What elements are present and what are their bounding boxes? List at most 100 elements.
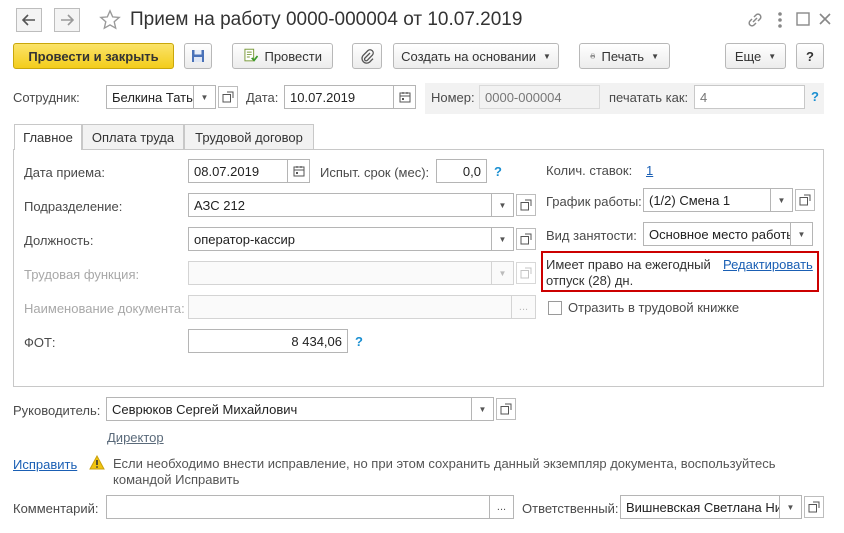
schedule-open-button[interactable] xyxy=(795,189,815,211)
probation-help-icon[interactable]: ? xyxy=(494,164,502,179)
open-icon xyxy=(799,194,811,206)
paperclip-icon xyxy=(361,49,374,64)
print-as-help-icon[interactable]: ? xyxy=(811,89,819,104)
maximize-button[interactable] xyxy=(796,12,810,29)
employee-label: Сотрудник: xyxy=(13,90,80,105)
caret-down-icon: ▼ xyxy=(768,51,777,61)
hire-date-field[interactable]: 08.07.2019 xyxy=(188,159,288,183)
print-as-label: печатать как: xyxy=(609,90,689,105)
caret-down-icon: ▼ xyxy=(542,51,551,61)
date-calendar-button[interactable] xyxy=(394,85,416,109)
responsible-dropdown-button[interactable]: ▼ xyxy=(780,495,802,519)
caret-down-icon: ▼ xyxy=(498,268,507,278)
comment-edit-button[interactable]: ... xyxy=(490,495,514,519)
workbook-label: Отразить в трудовой книжке xyxy=(568,300,740,315)
employee-open-button[interactable] xyxy=(218,86,238,108)
fix-link[interactable]: Исправить xyxy=(13,457,77,472)
position-field[interactable]: оператор-кассир xyxy=(188,227,492,251)
rates-link[interactable]: 1 xyxy=(646,163,653,178)
warning-text-line1: Если необходимо внести исправление, но п… xyxy=(113,456,776,471)
responsible-open-button[interactable] xyxy=(804,496,824,518)
workbook-checkbox[interactable] xyxy=(548,301,562,315)
fot-field[interactable]: 8 434,06 xyxy=(188,329,348,353)
number-field[interactable]: 0000-000004 xyxy=(479,85,600,109)
window-title: Прием на работу 0000-000004 от 10.07.201… xyxy=(130,9,523,30)
post-icon xyxy=(244,48,259,62)
responsible-label: Ответственный: xyxy=(522,501,619,516)
open-icon xyxy=(520,199,532,211)
create-based-on-button[interactable]: Создать на основании ▼ xyxy=(393,43,559,69)
employment-type-field[interactable]: Основное место работы xyxy=(643,222,791,246)
labor-function-open-button[interactable] xyxy=(516,262,536,284)
close-icon xyxy=(819,13,831,25)
position-dropdown-button[interactable]: ▼ xyxy=(492,227,514,251)
more-button[interactable]: Еще ▼ xyxy=(725,43,786,69)
tab-main[interactable]: Главное xyxy=(14,124,82,150)
caret-down-icon: ▼ xyxy=(478,404,487,414)
print-as-input[interactable] xyxy=(694,85,805,109)
calendar-icon xyxy=(399,92,410,103)
attach-button[interactable] xyxy=(352,43,382,69)
manager-open-button[interactable] xyxy=(496,398,516,420)
save-button[interactable] xyxy=(184,43,212,69)
calendar-icon xyxy=(293,166,304,177)
comment-field[interactable] xyxy=(106,495,490,519)
more-menu-button[interactable] xyxy=(775,11,785,32)
help-button[interactable]: ? xyxy=(796,43,824,69)
department-open-button[interactable] xyxy=(516,194,536,216)
labor-function-dropdown-button[interactable]: ▼ xyxy=(492,261,514,285)
manager-dropdown-button[interactable]: ▼ xyxy=(472,397,494,421)
labor-function-field[interactable] xyxy=(188,261,492,285)
vacation-edit-link[interactable]: Редактировать xyxy=(723,257,813,272)
probation-field[interactable]: 0,0 xyxy=(436,159,487,183)
manager-position-link[interactable]: Директор xyxy=(107,430,164,445)
print-label: Печать xyxy=(601,48,645,64)
arrow-right-icon xyxy=(61,14,74,26)
doc-name-field[interactable] xyxy=(188,295,512,319)
caret-down-icon: ▼ xyxy=(200,92,209,102)
tab-labor-contract[interactable]: Трудовой договор xyxy=(184,124,314,150)
forward-button[interactable] xyxy=(54,8,80,32)
caret-down-icon: ▼ xyxy=(786,502,795,512)
responsible-field[interactable]: Вишневская Светлана Николаевна xyxy=(620,495,780,519)
open-icon xyxy=(222,91,234,103)
employee-field[interactable]: Белкина Татьяна xyxy=(106,85,194,109)
open-icon xyxy=(808,501,820,513)
link-icon xyxy=(748,13,762,27)
caret-down-icon: ▼ xyxy=(777,195,786,205)
manager-field[interactable]: Севрюков Сергей Михайлович xyxy=(106,397,472,421)
position-open-button[interactable] xyxy=(516,228,536,250)
employee-dropdown-button[interactable]: ▼ xyxy=(194,85,216,109)
open-icon xyxy=(520,233,532,245)
back-button[interactable] xyxy=(16,8,42,32)
department-dropdown-button[interactable]: ▼ xyxy=(492,193,514,217)
maximize-icon xyxy=(796,12,810,26)
tab-payment[interactable]: Оплата труда xyxy=(82,124,184,150)
doc-name-label: Наименование документа: xyxy=(24,301,185,316)
caret-down-icon: ▼ xyxy=(498,200,507,210)
star-icon xyxy=(99,9,121,30)
schedule-dropdown-button[interactable]: ▼ xyxy=(771,188,793,212)
rates-label: Колич. ставок: xyxy=(546,163,633,178)
post-and-close-button[interactable]: Провести и закрыть xyxy=(13,43,174,69)
schedule-field[interactable]: (1/2) Смена 1 xyxy=(643,188,771,212)
hire-date-calendar-button[interactable] xyxy=(288,159,310,183)
more-vertical-icon xyxy=(778,12,782,28)
tab-join xyxy=(15,148,81,151)
department-field[interactable]: АЗС 212 xyxy=(188,193,492,217)
date-field[interactable]: 10.07.2019 xyxy=(284,85,394,109)
employment-type-dropdown-button[interactable]: ▼ xyxy=(791,222,813,246)
favorite-star[interactable] xyxy=(99,9,121,34)
doc-name-select-button[interactable]: ... xyxy=(512,295,536,319)
labor-function-label: Трудовая функция: xyxy=(24,267,140,282)
fot-help-icon[interactable]: ? xyxy=(355,334,363,349)
print-button[interactable]: Печать ▼ xyxy=(579,43,670,69)
close-button[interactable] xyxy=(818,12,832,29)
caret-down-icon: ▼ xyxy=(797,229,806,239)
manager-label: Руководитель: xyxy=(13,403,101,418)
post-button[interactable]: Провести xyxy=(232,43,333,69)
open-icon xyxy=(520,267,532,279)
probation-label: Испыт. срок (мес): xyxy=(320,165,430,180)
link-button[interactable] xyxy=(746,11,764,32)
save-icon xyxy=(192,50,204,62)
